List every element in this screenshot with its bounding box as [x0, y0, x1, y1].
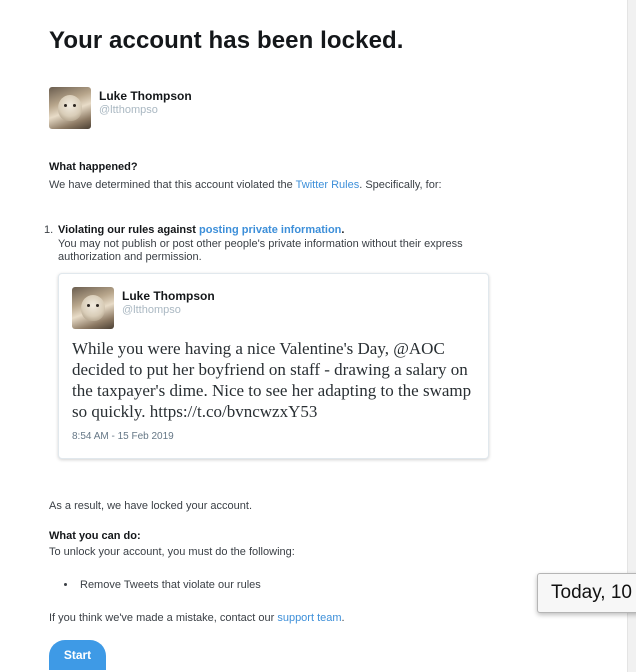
account-name: Luke Thompson [99, 89, 192, 103]
bullet-icon [64, 583, 67, 586]
tweet-author-handle: @ltthompso [122, 304, 181, 316]
mistake-text: If you think we've made a mistake, conta… [49, 612, 345, 624]
what-happened-heading: What happened? [49, 161, 138, 173]
violation-heading: Violating our rules against posting priv… [58, 224, 345, 236]
violation-description: You may not publish or post other people… [58, 238, 463, 263]
tweet-author-name: Luke Thompson [122, 289, 215, 303]
tweet-avatar [72, 287, 114, 329]
twitter-rules-link[interactable]: Twitter Rules [296, 179, 360, 191]
page-title: Your account has been locked. [49, 27, 404, 54]
window-edge [627, 0, 636, 672]
date-tooltip: Today, 10 [537, 573, 636, 613]
what-you-can-do-text: To unlock your account, you must do the … [49, 546, 295, 558]
account-handle: @ltthompso [99, 104, 158, 116]
what-happened-text: We have determined that this account vio… [49, 179, 442, 191]
violation-number: 1. [44, 224, 54, 236]
private-information-link[interactable]: posting private information [199, 224, 341, 236]
result-text: As a result, we have locked your account… [49, 500, 252, 512]
support-team-link[interactable]: support team [277, 612, 341, 624]
start-button[interactable]: Start [49, 640, 106, 670]
what-you-can-do-heading: What you can do: [49, 530, 141, 542]
avatar [49, 87, 91, 129]
step-item: Remove Tweets that violate our rules [80, 579, 261, 591]
tweet-text: While you were having a nice Valentine's… [72, 339, 472, 421]
tweet-timestamp: 8:54 AM - 15 Feb 2019 [72, 431, 174, 442]
tooltip-text: Today, 10 [551, 582, 632, 603]
